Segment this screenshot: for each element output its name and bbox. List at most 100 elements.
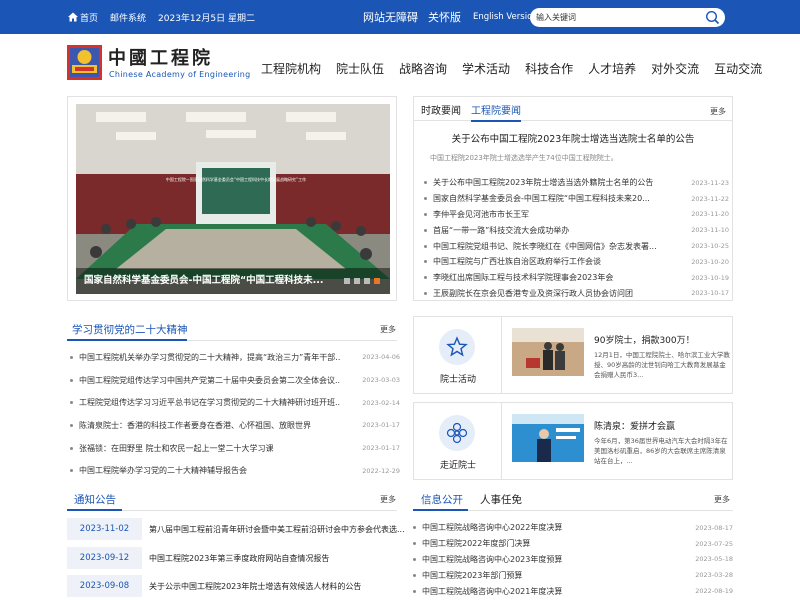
nav-item-talent-training[interactable]: 人才培养 [588, 60, 636, 77]
slider-dot-active[interactable] [374, 278, 380, 284]
study-title: 工程院党组传达学习习近平总书记在学习贯彻党的二十大精神研讨班开班... [79, 398, 340, 408]
study-title: 中国工程院机关举办学习贯彻党的二十大精神，提高“政治三力”青年干部... [79, 352, 340, 362]
english-version-link[interactable]: English Version [473, 12, 538, 22]
list-item[interactable]: 中国工程院战略咨询中心2021年度决算 2022-08-19 [413, 583, 733, 599]
info-title: 中国工程院战略咨询中心2021年度决算 [422, 586, 563, 596]
nav-item-interaction[interactable]: 互动交流 [714, 60, 762, 77]
study-date: 2023-01-17 [362, 444, 400, 453]
notice-item[interactable]: 2023-09-12 中国工程院2023年第三季度政府网站自查情况报告 [67, 547, 397, 573]
info-date: 2023-03-28 [695, 571, 733, 580]
tab-info-disclosure[interactable]: 信息公开 [421, 492, 463, 507]
notice-item[interactable]: 2023-09-08 关于公示中国工程院2023年院士增选有效候选人材料的公告 [67, 575, 397, 599]
section-underline [67, 339, 187, 341]
nav-item-institutions[interactable]: 工程院机构 [261, 60, 321, 77]
list-item[interactable]: 王辰副院长在京会见香港专业及资深行政人员协会访问团 2023-10-17 [424, 286, 729, 302]
notice-title: 中国工程院2023年第三季度政府网站自查情况报告 [149, 554, 330, 563]
card-label: 院士活动 [439, 375, 476, 385]
nav-item-sci-tech-cooperation[interactable]: 科技合作 [525, 60, 573, 77]
mail-link[interactable]: 邮件系统 [110, 11, 146, 24]
study-list: 中国工程院机关举办学习贯彻党的二十大精神，提高“政治三力”青年干部... 2023… [70, 346, 400, 482]
tab-political-news[interactable]: 时政要闻 [421, 102, 461, 117]
list-item[interactable]: 关于公布中国工程院2023年院士增选当选外籍院士名单的公告 2023-11-23 [424, 175, 729, 191]
news-headline-summary: 中国工程院2023年院士增选选举产生74位中国工程院院士。 [430, 154, 618, 162]
card-description: 今年6月，第36届世界电动汽车大会时隔3年在美国洛杉矶重启，86岁的大会联席主席… [594, 437, 728, 465]
cae-logo-icon[interactable] [67, 45, 102, 80]
list-item[interactable]: 中国工程院党组传达学习中国共产党第二十届中央委员会第二次全体会议... 2023-… [70, 369, 400, 392]
care-mode-link[interactable]: 关怀版 [428, 9, 461, 25]
news-date: 2023-10-17 [691, 289, 729, 298]
slider-dot[interactable] [364, 278, 370, 284]
list-item[interactable]: 张福锁：在田野里 院士和农民一起上一堂二十大学习课 2023-01-17 [70, 437, 400, 460]
photo-slider: 中国工程院—国家自然科学基金委员会“中国工程科技中长期发展战略研究”工作 国家自… [67, 96, 397, 301]
news-title: 国家自然科学基金委员会-中国工程院“中国工程科技未来20... [433, 194, 650, 204]
list-item[interactable]: 中国工程院党组书记、院长李晓红在《中国网信》杂志发表署... 2023-10-25 [424, 238, 729, 254]
study-date: 2023-04-06 [362, 353, 400, 362]
slider-dot[interactable] [354, 278, 360, 284]
news-title: 李晓红出席国际工程与技术科学院理事会2023年会 [433, 273, 614, 283]
news-more-link[interactable]: 更多 [710, 106, 726, 117]
notice-item[interactable]: 2023-11-02 第八届中国工程前沿青年研讨会暨中美工程前沿研讨会中方参会代… [67, 518, 405, 544]
screen-text: 中国工程院—国家自然科学基金委员会“中国工程科技中长期发展战略研究”工作 [166, 176, 306, 182]
news-headline[interactable]: 关于公布中国工程院2023年院士增选当选院士名单的公告 [414, 131, 732, 145]
notice-date: 2023-11-02 [67, 518, 142, 540]
logo-chinese-name: 中國工程院 [108, 48, 213, 69]
study-more-link[interactable]: 更多 [380, 324, 396, 335]
slider-dot[interactable] [344, 278, 350, 284]
card-icon-zone: 走近院士 [414, 403, 502, 479]
study-title: 张福锁：在田野里 院士和农民一起上一堂二十大学习课 [79, 443, 274, 453]
tab-personnel[interactable]: 人事任免 [480, 492, 522, 507]
list-item[interactable]: 陈清泉院士：香港的科技工作者要身在香港、心怀祖国、放眼世界 2023-01-17 [70, 414, 400, 437]
current-date: 2023年12月5日 星期二 [158, 13, 255, 24]
list-item[interactable]: 李晓红出席国际工程与技术科学院理事会2023年会 2023-10-19 [424, 270, 729, 286]
meet-academician-card[interactable]: 走近院士 陈清泉：爱拼才会赢 今年6月，第36届世界电动汽车大会时隔3年在美国洛… [413, 402, 733, 480]
home-label: 首页 [80, 13, 99, 24]
tab-academy-news[interactable]: 工程院要闻 [471, 102, 521, 122]
notice-more-link[interactable]: 更多 [380, 494, 396, 505]
list-item[interactable]: 李仲平会见河池市市长王军 2023-11-20 [424, 207, 729, 223]
card-icon-circle [439, 329, 475, 365]
nav-item-strategic-consulting[interactable]: 战略咨询 [399, 60, 447, 77]
info-more-link[interactable]: 更多 [714, 494, 730, 505]
info-title: 中国工程院2022年度部门决算 [422, 539, 531, 549]
list-item[interactable]: 中国工程院2023年部门预算 2023-03-28 [413, 567, 733, 583]
news-date: 2023-11-22 [691, 194, 729, 203]
info-list: 中国工程院战略咨询中心2022年度决算 2023-08-17 中国工程院2022年… [413, 520, 733, 599]
info-title: 中国工程院2023年部门预算 [422, 570, 523, 580]
news-panel: 时政要闻 工程院要闻 更多 关于公布中国工程院2023年院士增选当选院士名单的公… [413, 96, 733, 301]
nav-item-academicians[interactable]: 院士队伍 [336, 60, 384, 77]
study-title: 陈清泉院士：香港的科技工作者要身在香港、心怀祖国、放眼世界 [79, 420, 311, 430]
list-item[interactable]: 中国工程院举办学习党的二十大精神辅导报告会 2022-12-29 [70, 459, 400, 482]
news-title: 关于公布中国工程院2023年院士增选当选外籍院士名单的公告 [433, 178, 654, 188]
list-item[interactable]: 中国工程院战略咨询中心2022年度决算 2023-08-17 [413, 520, 733, 536]
top-bar: 首页 邮件系统 2023年12月5日 星期二 网站无障碍 关怀版 English… [0, 0, 800, 34]
study-date: 2022-12-29 [362, 466, 400, 475]
section-underline [67, 509, 122, 511]
home-link[interactable]: 首页 [68, 11, 98, 24]
nav-item-academic-activities[interactable]: 学术活动 [462, 60, 510, 77]
search-icon[interactable] [705, 10, 720, 25]
news-date: 2023-10-25 [691, 242, 729, 251]
study-title: 中国工程院举办学习党的二十大精神辅导报告会 [79, 466, 247, 476]
news-date: 2023-10-20 [691, 257, 729, 266]
info-date: 2023-08-17 [695, 523, 733, 532]
slide-image[interactable]: 中国工程院—国家自然科学基金委员会“中国工程科技中长期发展战略研究”工作 国家自… [76, 104, 390, 294]
list-item[interactable]: 中国工程院2022年度部门决算 2023-07-25 [413, 536, 733, 552]
search-input[interactable] [536, 13, 696, 22]
nav-item-international-exchange[interactable]: 对外交流 [651, 60, 699, 77]
card-title: 90岁院士，捐款300万！ [594, 336, 695, 346]
academician-activity-card[interactable]: 院士活动 90岁院士，捐款300万！ 12月1日，中国工程院院士、哈尔滨工业大学… [413, 316, 733, 394]
notice-section-title[interactable]: 通知公告 [74, 492, 116, 507]
list-item[interactable]: 中国工程院与广西壮族自治区政府举行工作会谈 2023-10-20 [424, 254, 729, 270]
list-item[interactable]: 工程院党组传达学习习近平总书记在学习贯彻党的二十大精神研讨班开班... 2023-… [70, 391, 400, 414]
news-title: 李仲平会见河池市市长王军 [433, 209, 529, 219]
list-item[interactable]: 国家自然科学基金委员会-中国工程院“中国工程科技未来20... 2023-11-2… [424, 191, 729, 207]
study-section-title[interactable]: 学习贯彻党的二十大精神 [72, 322, 188, 337]
slide-caption[interactable]: 国家自然科学基金委员会-中国工程院“中国工程科技未... [76, 268, 390, 294]
list-item[interactable]: 中国工程院机关举办学习贯彻党的二十大精神，提高“政治三力”青年干部... 2023… [70, 346, 400, 369]
main-nav: 工程院机构 院士队伍 战略咨询 学术活动 科技合作 人才培养 对外交流 互动交流 [261, 60, 777, 77]
card-icon-zone: 院士活动 [414, 317, 502, 393]
accessibility-link[interactable]: 网站无障碍 [363, 9, 418, 25]
list-item[interactable]: 中国工程院战略咨询中心2023年度预算 2023-05-18 [413, 552, 733, 568]
list-item[interactable]: 首届“一带一路”科技交流大会成功举办 2023-11-10 [424, 222, 729, 238]
slider-dots [344, 278, 380, 284]
